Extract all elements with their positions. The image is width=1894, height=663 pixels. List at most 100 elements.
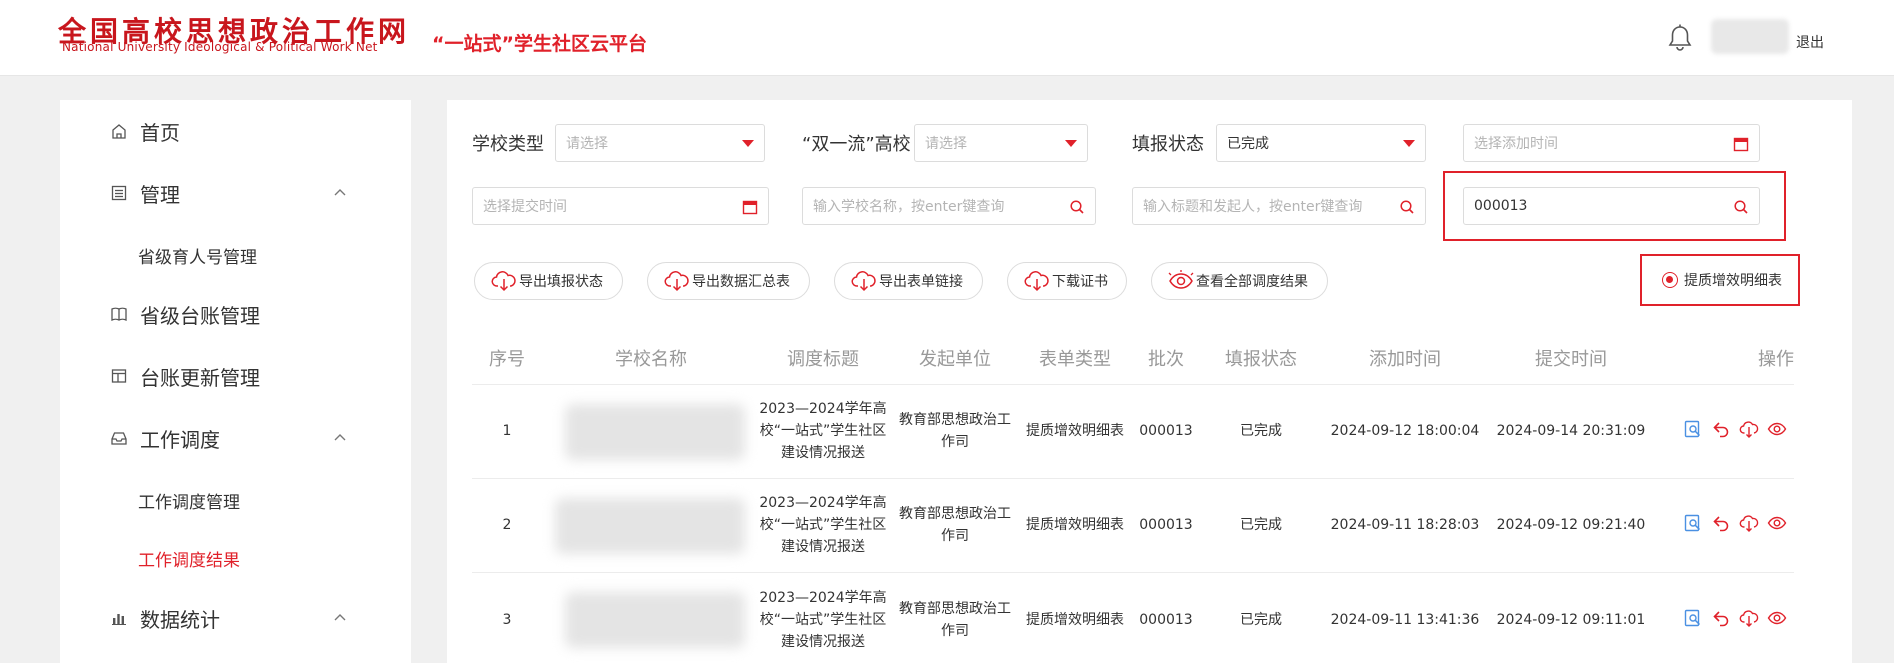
sidebar-item-label: 工作调度: [140, 427, 220, 452]
cloud-download-icon[interactable]: [1739, 608, 1759, 628]
sidebar-item-provincial-account[interactable]: 省级育人号管理: [138, 243, 257, 268]
cell-add-time: 2024-09-11 18:28:03: [1330, 517, 1480, 533]
export-links-button[interactable]: 导出表单链接: [834, 262, 983, 300]
column-header-title: 调度标题: [787, 349, 859, 370]
cell-index: 3: [502, 612, 512, 628]
search-icon[interactable]: [1069, 199, 1085, 215]
download-certificate-button[interactable]: 下载证书: [1007, 262, 1127, 300]
batch-search-input[interactable]: 000013: [1463, 187, 1760, 225]
cloud-download-icon: [851, 271, 876, 292]
cell-submit-time: 2024-09-12 09:11:01: [1496, 612, 1646, 628]
cell-add-time: 2024-09-11 13:41:36: [1330, 612, 1480, 628]
status-select[interactable]: 已完成: [1216, 124, 1426, 162]
cell-school-name-redacted: [565, 592, 745, 648]
export-status-button[interactable]: 导出填报状态: [474, 262, 623, 300]
sidebar-item-work-scheduling[interactable]: 工作调度: [60, 418, 411, 458]
row-divider: [472, 572, 1794, 573]
cell-org: 教育部思想政治工作司: [899, 601, 1011, 639]
header-divider: [472, 384, 1794, 385]
quality-detail-radio[interactable]: 提质增效明细表: [1640, 254, 1800, 306]
school-type-select[interactable]: 请选择: [555, 124, 765, 162]
view-detail-icon[interactable]: [1683, 513, 1703, 533]
sidebar-item-home[interactable]: 首页: [60, 111, 411, 151]
school-name-search[interactable]: 输入学校名称，按enter键查询: [802, 187, 1096, 225]
caret-down-icon: [1065, 140, 1077, 147]
column-header-org: 发起单位: [919, 349, 991, 370]
revert-icon[interactable]: [1711, 419, 1731, 439]
cell-form-type: 提质增效明细表: [1026, 423, 1124, 439]
double-first-select[interactable]: 请选择: [914, 124, 1088, 162]
cell-submit-time: 2024-09-14 20:31:09: [1496, 423, 1646, 439]
submit-time-picker[interactable]: 选择提交时间: [472, 187, 769, 225]
view-all-results-button[interactable]: 查看全部调度结果: [1151, 262, 1328, 300]
column-header-status: 填报状态: [1225, 349, 1297, 370]
eye-icon[interactable]: [1767, 608, 1787, 628]
sidebar-item-provincial-ledger[interactable]: 省级台账管理: [60, 294, 411, 334]
inbox-icon: [111, 432, 127, 445]
caret-down-icon: [742, 140, 754, 147]
cloud-download-icon[interactable]: [1739, 419, 1759, 439]
cell-status: 已完成: [1240, 423, 1282, 439]
home-icon: [112, 124, 126, 139]
column-header-school: 学校名称: [615, 349, 687, 370]
row-divider: [472, 478, 1794, 479]
bell-icon[interactable]: [1667, 24, 1693, 52]
top-header: 全国高校思想政治工作网 National University Ideologi…: [0, 0, 1894, 76]
search-icon[interactable]: [1733, 199, 1749, 215]
cloud-download-icon: [491, 271, 516, 292]
sidebar-item-label: 首页: [140, 120, 180, 145]
sidebar-item-statistics[interactable]: 数据统计: [60, 598, 411, 638]
calendar-icon: [1733, 137, 1749, 152]
sidebar: 首页 管理 省级育人号管理 省级台账管理 台账更新管理 工作调度 工作调度管理 …: [60, 100, 411, 663]
chevron-up-icon: [334, 189, 346, 196]
sidebar-item-scheduling-management[interactable]: 工作调度管理: [138, 488, 240, 513]
user-avatar[interactable]: [1711, 19, 1789, 54]
school-type-label: 学校类型: [472, 134, 544, 155]
book-icon: [111, 307, 127, 322]
search-icon[interactable]: [1399, 199, 1415, 215]
revert-icon[interactable]: [1711, 513, 1731, 533]
sidebar-item-scheduling-results[interactable]: 工作调度结果: [138, 546, 240, 571]
sidebar-item-ledger-update[interactable]: 台账更新管理: [60, 356, 411, 396]
row-actions: [1683, 513, 1787, 533]
sidebar-item-label: 台账更新管理: [140, 365, 260, 390]
cell-batch: 000013: [1139, 423, 1193, 439]
status-label: 填报状态: [1132, 134, 1204, 155]
sidebar-item-label: 数据统计: [140, 607, 220, 632]
cell-form-type: 提质增效明细表: [1026, 517, 1124, 533]
column-header-submit-time: 提交时间: [1535, 349, 1607, 370]
cell-index: 1: [502, 423, 512, 439]
sidebar-item-label: 管理: [140, 182, 180, 207]
column-header-add-time: 添加时间: [1369, 349, 1441, 370]
platform-title: “一站式”学生社区云平台: [432, 33, 647, 55]
cloud-download-icon[interactable]: [1739, 513, 1759, 533]
eye-icon[interactable]: [1767, 513, 1787, 533]
radio-selected-icon: [1662, 272, 1678, 288]
caret-down-icon: [1403, 140, 1415, 147]
calendar-icon: [742, 200, 758, 215]
row-actions: [1683, 608, 1787, 628]
cell-org: 教育部思想政治工作司: [899, 412, 1011, 450]
chevron-up-icon: [334, 614, 346, 621]
view-detail-icon[interactable]: [1683, 608, 1703, 628]
title-initiator-search[interactable]: 输入标题和发起人，按enter键查询: [1132, 187, 1426, 225]
column-header-batch: 批次: [1148, 349, 1184, 370]
cell-index: 2: [502, 517, 512, 533]
column-header-form-type: 表单类型: [1039, 349, 1111, 370]
cell-school-name-redacted: [555, 498, 745, 554]
bar-chart-icon: [112, 614, 126, 625]
cell-add-time: 2024-09-12 18:00:04: [1330, 423, 1480, 439]
logout-link[interactable]: 退出: [1796, 32, 1824, 52]
sidebar-item-label: 省级台账管理: [140, 303, 260, 328]
cell-status: 已完成: [1240, 517, 1282, 533]
chevron-up-icon: [334, 434, 346, 441]
cell-batch: 000013: [1139, 612, 1193, 628]
view-detail-icon[interactable]: [1683, 419, 1703, 439]
sidebar-item-management[interactable]: 管理: [60, 173, 411, 213]
revert-icon[interactable]: [1711, 608, 1731, 628]
export-summary-button[interactable]: 导出数据汇总表: [647, 262, 810, 300]
cell-title: 2023—2024学年高校“一站式”学生社区建设情况报送: [759, 590, 887, 650]
cloud-download-icon: [1024, 271, 1049, 292]
add-time-picker[interactable]: 选择添加时间: [1463, 124, 1760, 162]
eye-icon[interactable]: [1767, 419, 1787, 439]
